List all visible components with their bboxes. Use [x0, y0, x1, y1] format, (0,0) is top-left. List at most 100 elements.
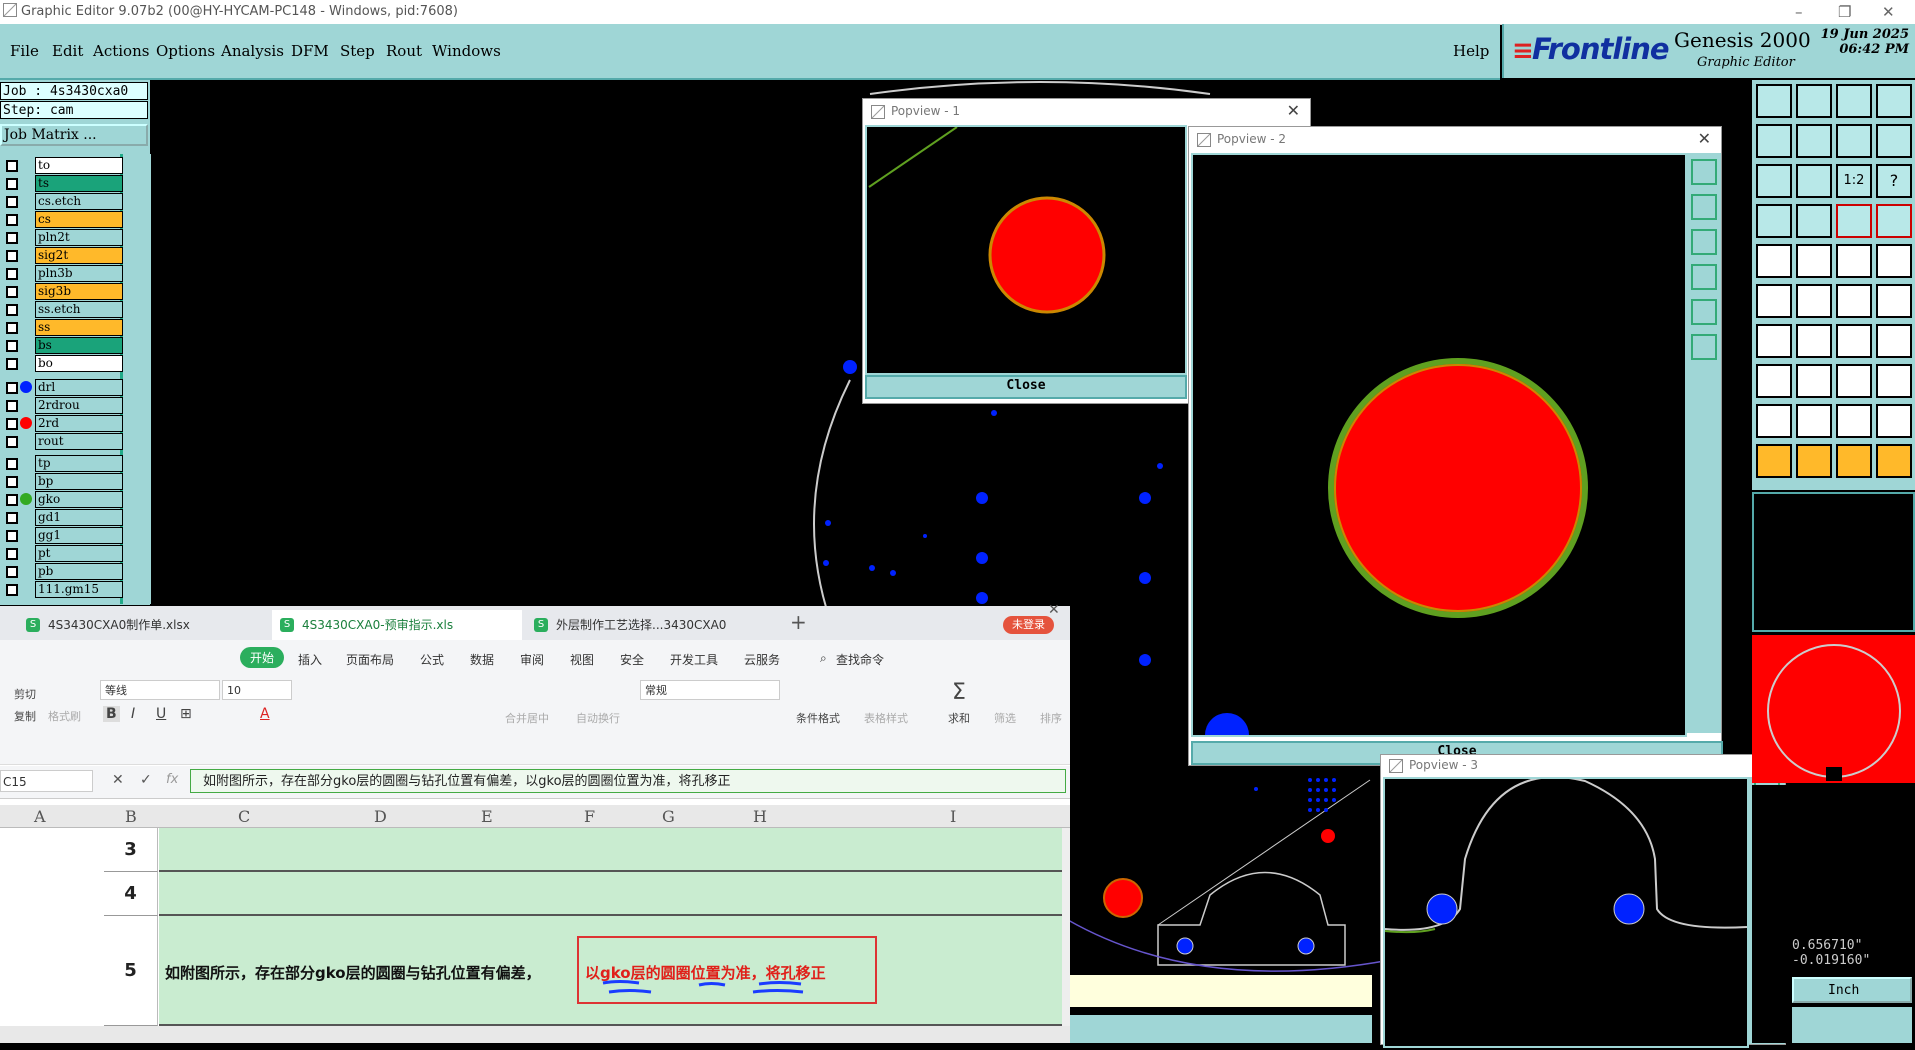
- job-matrix-button[interactable]: Job Matrix ...: [0, 124, 148, 146]
- cancel-icon[interactable]: ✕: [112, 772, 124, 788]
- layer-checkbox[interactable]: [6, 494, 18, 506]
- cut-button[interactable]: 剪切: [14, 686, 36, 702]
- layer-checkbox[interactable]: [6, 304, 18, 316]
- layer-row-to[interactable]: to: [0, 156, 148, 174]
- layer-row-111-gm15[interactable]: 111.gm15: [0, 580, 148, 598]
- zoom-out-icon[interactable]: [1691, 229, 1717, 255]
- tool-a3-icon[interactable]: [1876, 404, 1912, 438]
- tool-select-3-icon[interactable]: [1836, 444, 1872, 478]
- tool-snap-icon[interactable]: [1756, 204, 1792, 238]
- layer-checkbox[interactable]: [6, 566, 18, 578]
- col-header-c[interactable]: C: [238, 807, 250, 826]
- tool-zoom-area-icon[interactable]: [1836, 124, 1872, 158]
- font-name-select[interactable]: 等线: [100, 680, 220, 700]
- minimize-icon[interactable]: –: [1795, 0, 1803, 24]
- doc-tab-2[interactable]: S 4S3430CXA0-预审指示.xls: [272, 610, 522, 640]
- layer-name[interactable]: pb: [35, 563, 123, 580]
- ribbon-tab-cloud[interactable]: 云服务: [744, 651, 780, 668]
- ribbon-tab-view[interactable]: 视图: [570, 651, 594, 668]
- layer-row-drl[interactable]: drl: [0, 378, 148, 396]
- menu-windows[interactable]: Windows: [432, 42, 501, 60]
- sum-button[interactable]: 求和: [948, 710, 970, 726]
- font-size-select[interactable]: 10: [222, 680, 292, 700]
- layer-name[interactable]: to: [35, 157, 123, 174]
- close-icon[interactable]: ✕: [1882, 0, 1895, 24]
- ribbon-tab-layout[interactable]: 页面布局: [346, 651, 394, 668]
- tool-open-icon[interactable]: [1756, 84, 1792, 118]
- layer-checkbox[interactable]: [6, 322, 18, 334]
- layer-row-ss[interactable]: ss: [0, 318, 148, 336]
- layer-row-rout[interactable]: rout: [0, 432, 148, 450]
- layer-name[interactable]: ss.etch: [35, 301, 123, 318]
- fit-icon[interactable]: [1691, 299, 1717, 325]
- tool-measure-icon[interactable]: [1836, 364, 1872, 398]
- layer-checkbox[interactable]: [6, 250, 18, 262]
- table-row[interactable]: 3: [0, 828, 1062, 872]
- search-command[interactable]: 查找命令: [836, 651, 884, 668]
- layer-checkbox[interactable]: [6, 512, 18, 524]
- layer-name[interactable]: 111.gm15: [35, 581, 123, 598]
- layer-row-sig2t[interactable]: sig2t: [0, 246, 148, 264]
- layer-name[interactable]: cs: [35, 211, 123, 228]
- menu-step[interactable]: Step: [340, 42, 375, 60]
- col-header-i[interactable]: I: [950, 807, 956, 826]
- search-icon[interactable]: ⌕: [820, 651, 827, 666]
- col-header-e[interactable]: E: [481, 807, 493, 826]
- layer-checkbox[interactable]: [6, 160, 18, 172]
- tool-home-icon[interactable]: [1836, 84, 1872, 118]
- copy-button[interactable]: 复制: [14, 708, 36, 724]
- tool-select-4-icon[interactable]: [1876, 444, 1912, 478]
- layer-row-cs-etch[interactable]: cs.etch: [0, 192, 148, 210]
- layer-name[interactable]: gg1: [35, 527, 123, 544]
- layer-row-bo[interactable]: bo: [0, 354, 148, 372]
- ribbon-tab-home[interactable]: 开始: [240, 647, 285, 668]
- col-header-g[interactable]: G: [662, 807, 675, 826]
- tool-zoom-out-icon[interactable]: [1796, 124, 1832, 158]
- merge-center-button[interactable]: 合并居中: [505, 710, 549, 726]
- conditional-format-button[interactable]: 条件格式: [796, 710, 840, 726]
- merged-cell[interactable]: [159, 828, 1062, 872]
- layer-name[interactable]: pln3b: [35, 265, 123, 282]
- layer-name[interactable]: bs: [35, 337, 123, 354]
- units-button[interactable]: Inch: [1792, 977, 1912, 1003]
- format-painter-button[interactable]: 格式刷: [48, 708, 81, 724]
- sheet-close-icon[interactable]: ✕: [1048, 602, 1060, 618]
- tool-zoom-in-icon[interactable]: [1756, 124, 1792, 158]
- table-style-button[interactable]: 表格样式: [864, 710, 908, 726]
- popview-1-canvas[interactable]: [865, 125, 1187, 375]
- tool-line-icon[interactable]: [1876, 284, 1912, 318]
- layer-name[interactable]: gko: [35, 491, 123, 508]
- popview-1-close-button[interactable]: Close: [865, 375, 1187, 399]
- tool-connect-icon[interactable]: [1756, 284, 1792, 318]
- layer-checkbox[interactable]: [6, 232, 18, 244]
- layer-checkbox[interactable]: [6, 436, 18, 448]
- row-number[interactable]: 3: [104, 828, 158, 872]
- menu-edit[interactable]: Edit: [52, 42, 83, 60]
- layer-checkbox[interactable]: [6, 382, 18, 394]
- sort-button[interactable]: 排序: [1040, 710, 1062, 726]
- tool-delete-icon[interactable]: [1796, 284, 1832, 318]
- underline-button[interactable]: U: [156, 706, 166, 722]
- layer-checkbox[interactable]: [6, 286, 18, 298]
- layer-checkbox[interactable]: [6, 196, 18, 208]
- layer-row-ss-etch[interactable]: ss.etch: [0, 300, 148, 318]
- tool-ruler-icon[interactable]: [1836, 244, 1872, 278]
- tool-grid-icon[interactable]: [1796, 204, 1832, 238]
- tool-select-icon[interactable]: [1756, 444, 1792, 478]
- layer-name[interactable]: bo: [35, 355, 123, 372]
- popview-2-canvas[interactable]: [1191, 153, 1687, 737]
- layer-row-pln3b[interactable]: pln3b: [0, 264, 148, 282]
- layer-checkbox[interactable]: [6, 548, 18, 560]
- layer-row-gg1[interactable]: gg1: [0, 526, 148, 544]
- menu-file[interactable]: File: [10, 42, 39, 60]
- number-format-select[interactable]: 常规: [640, 680, 780, 700]
- tool-slash-icon[interactable]: [1796, 324, 1832, 358]
- tool-fit-icon[interactable]: [1756, 164, 1792, 198]
- border-icon[interactable]: ⊞: [180, 706, 192, 722]
- layer-name[interactable]: sig3b: [35, 283, 123, 300]
- layer-checkbox[interactable]: [6, 418, 18, 430]
- popview-2-close-icon[interactable]: ✕: [1698, 127, 1711, 151]
- layer-row-cs[interactable]: cs: [0, 210, 148, 228]
- row-number[interactable]: 5: [104, 916, 158, 1026]
- merged-cell[interactable]: [159, 872, 1062, 916]
